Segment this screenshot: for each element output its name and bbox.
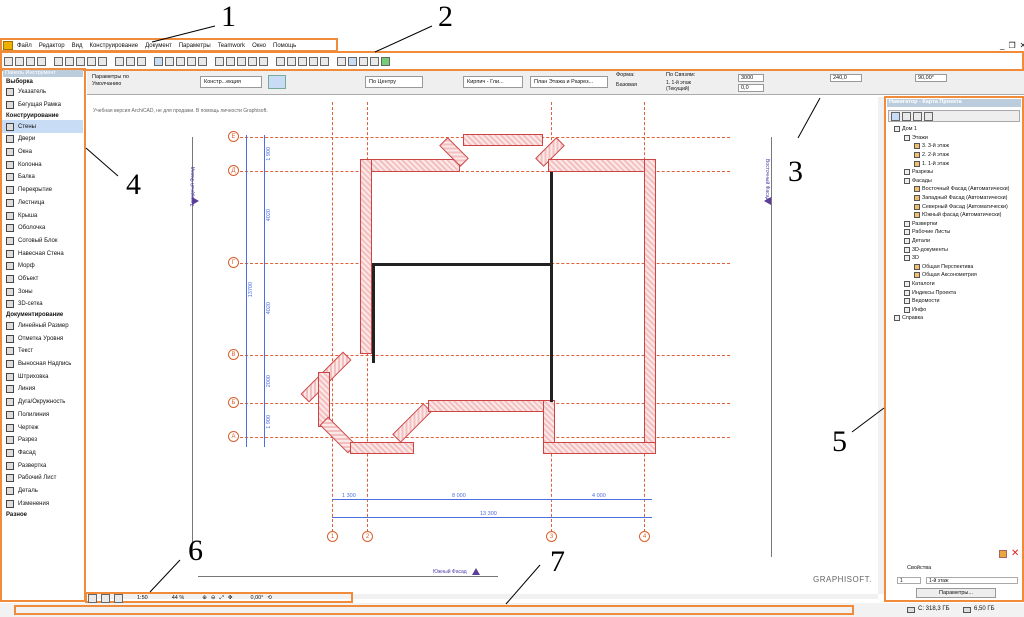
callout-leaders [85,25,885,605]
